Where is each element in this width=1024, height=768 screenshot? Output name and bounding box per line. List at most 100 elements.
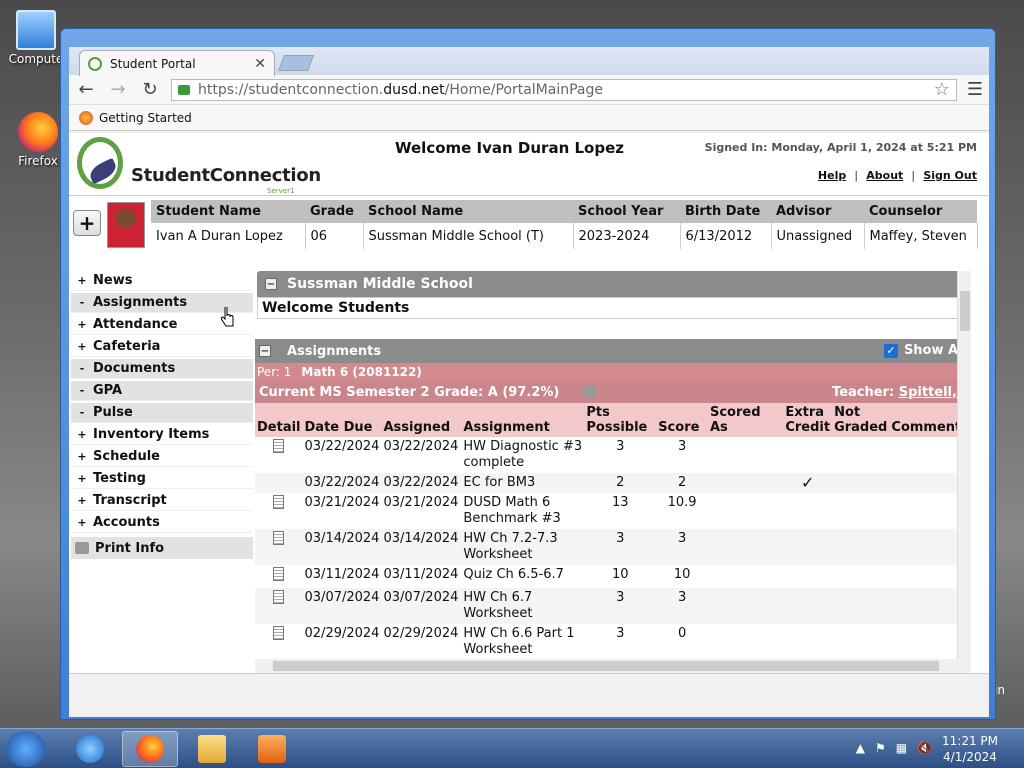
taskbar-explorer[interactable] — [184, 731, 240, 767]
expand-icon: + — [77, 472, 87, 485]
nav-item-cafeteria[interactable]: + Cafeteria — [71, 337, 253, 357]
taskbar-media[interactable] — [244, 731, 300, 767]
expand-icon: + — [77, 428, 87, 441]
forward-icon[interactable]: → — [107, 79, 129, 100]
folder-icon — [198, 735, 226, 763]
header-links: Help | About | Sign Out — [817, 169, 977, 182]
table-row: 03/22/2024 03/22/2024 HW Diagnostic #3 com… — [255, 437, 971, 473]
document-icon[interactable] — [273, 495, 285, 509]
expand-icon: + — [77, 516, 87, 529]
checkbox-checked-icon[interactable]: ✓ — [883, 343, 898, 358]
computer-icon — [16, 10, 56, 50]
nav-item-label: Assignments — [93, 295, 188, 310]
table-row: 03/14/2024 03/14/2024 HW Ch 7.2-7.3 Worksh… — [255, 529, 971, 565]
course-row: Per: 1 Math 6 (2081122) — [255, 363, 971, 381]
assignments-header: − Assignments ✓ Show All — [255, 339, 971, 363]
nav-item-news[interactable]: + News — [71, 271, 253, 291]
tab-close-icon[interactable]: ✕ — [254, 56, 266, 72]
student-info-table: Student Name Grade School Name School Ye… — [151, 200, 978, 249]
document-icon[interactable] — [273, 567, 285, 581]
table-row: 03/07/2024 03/07/2024 HW Ch 6.7 Worksheet 3… — [255, 588, 971, 624]
studentconnection-logo: StudentConnection Server1 — [77, 137, 321, 195]
taskbar-firefox[interactable] — [122, 731, 178, 767]
bookmark-getting-started[interactable]: Getting Started — [99, 111, 192, 125]
bookmark-star-icon[interactable]: ☆ — [934, 79, 950, 100]
expand-icon: + — [77, 340, 87, 353]
nav-toolbar: ← → ↻ https://studentconnection. dusd.net… — [69, 75, 989, 105]
nav-item-label: Testing — [93, 471, 146, 486]
vertical-scrollbar[interactable] — [957, 271, 971, 671]
expand-student-button[interactable]: + — [73, 210, 101, 236]
document-icon[interactable] — [273, 439, 285, 453]
taskbar: ▲ ⚑ ▦ 🔇 11:21 PM 4/1/2024 — [0, 728, 1024, 768]
nav-item-testing[interactable]: + Testing — [71, 469, 253, 489]
nav-item-label: Inventory Items — [93, 427, 210, 442]
nav-item-pulse[interactable]: - Pulse — [71, 403, 253, 423]
page-content: StudentConnection Server1 Welcome Ivan D… — [69, 133, 989, 673]
bookmarks-bar: Getting Started — [69, 105, 989, 131]
grade-row: Current MS Semester 2 Grade: A (97.2%) T… — [255, 381, 971, 403]
lock-icon — [178, 84, 190, 95]
firefox-icon — [18, 112, 58, 152]
hand-cursor-icon — [220, 307, 234, 327]
nav-item-accounts[interactable]: + Accounts — [71, 513, 253, 533]
table-row: 03/21/2024 03/21/2024 DUSD Math 6 Benchmar… — [255, 493, 971, 529]
school-panel-header[interactable]: − Sussman Middle School — [257, 271, 963, 297]
taskbar-ie[interactable] — [62, 731, 118, 767]
help-link[interactable]: Help — [818, 169, 846, 182]
welcome-title: Welcome Ivan Duran Lopez — [395, 139, 624, 157]
document-icon[interactable] — [273, 590, 285, 604]
nav-item-label: Cafeteria — [93, 339, 161, 354]
assignments-table: Detail Date Due Assigned Assignment Pts … — [255, 403, 971, 671]
network-icon[interactable]: ▦ — [896, 741, 907, 755]
collapse-icon[interactable]: − — [265, 278, 277, 290]
student-photo — [107, 202, 145, 248]
expand-icon: + — [77, 450, 87, 463]
student-info: + Student Name Grade School Name School … — [69, 195, 989, 251]
teacher-info: Teacher: Spittell, C — [832, 384, 971, 400]
reload-icon[interactable]: ↻ — [139, 79, 161, 100]
about-link[interactable]: About — [866, 169, 903, 182]
media-player-icon — [258, 735, 286, 763]
document-icon[interactable] — [273, 626, 285, 640]
firefox-taskbar-icon — [136, 735, 164, 763]
volume-muted-icon[interactable]: 🔇 — [917, 741, 932, 755]
collapse-icon: - — [79, 362, 85, 375]
site-favicon-icon — [88, 56, 102, 71]
table-row: 03/22/2024 03/22/2024 EC for BM3 2 2 ✓ — [255, 473, 971, 493]
print-info-button[interactable]: Print Info — [71, 537, 253, 559]
system-tray: ▲ ⚑ ▦ 🔇 — [856, 741, 932, 755]
nav-item-label: Schedule — [93, 449, 160, 464]
clock[interactable]: 11:21 PM 4/1/2024 — [942, 733, 998, 765]
table-row: 03/11/2024 03/11/2024 Quiz Ch 6.5-6.7 10 10 — [255, 565, 971, 588]
main-panel: − Sussman Middle School Welcome Students… — [255, 271, 971, 671]
nav-item-inventory-items[interactable]: + Inventory Items — [71, 425, 253, 445]
collapse-assignments-icon[interactable]: − — [259, 345, 271, 357]
show-all-toggle[interactable]: ✓ Show All — [883, 343, 967, 358]
horizontal-scrollbar[interactable] — [255, 659, 971, 673]
printer-icon[interactable] — [583, 386, 596, 398]
nav-item-transcript[interactable]: + Transcript — [71, 491, 253, 511]
nav-item-gpa[interactable]: - GPA — [71, 381, 253, 401]
nav-item-label: Attendance — [93, 317, 178, 332]
nav-item-label: Transcript — [93, 493, 167, 508]
document-icon[interactable] — [273, 531, 285, 545]
desktop-icon-computer[interactable]: Compute — [4, 10, 68, 66]
tab-student-portal[interactable]: Student Portal ✕ — [79, 50, 275, 76]
start-button[interactable] — [6, 731, 46, 767]
printer-icon — [75, 542, 89, 554]
collapse-icon: - — [79, 406, 85, 419]
url-bar[interactable]: https://studentconnection. dusd.net/Home/… — [171, 78, 957, 101]
collapse-icon: - — [79, 384, 85, 397]
menu-icon[interactable]: ☰ — [967, 79, 983, 100]
new-tab-button[interactable] — [278, 55, 314, 71]
nav-item-schedule[interactable]: + Schedule — [71, 447, 253, 467]
tray-arrow-icon[interactable]: ▲ — [856, 741, 865, 755]
nav-item-label: Accounts — [93, 515, 160, 530]
back-icon[interactable]: ← — [75, 79, 97, 100]
flag-icon[interactable]: ⚑ — [875, 741, 886, 755]
sign-out-link[interactable]: Sign Out — [923, 169, 977, 182]
expand-icon: + — [77, 318, 87, 331]
nav-item-documents[interactable]: - Documents — [71, 359, 253, 379]
signed-in-text: Signed In: Monday, April 1, 2024 at 5:21… — [704, 141, 977, 154]
